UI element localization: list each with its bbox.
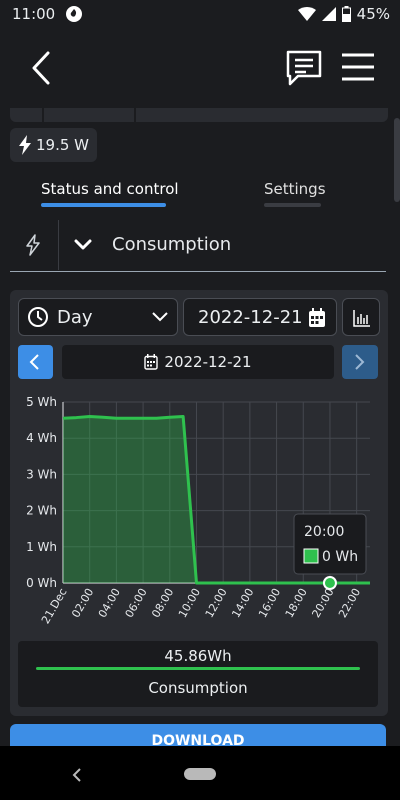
- total-consumption-value: 45.86Wh: [164, 647, 232, 665]
- x-tick-label: 02:00: [69, 586, 96, 620]
- lightning-outline-icon: [26, 234, 40, 256]
- current-date-display[interactable]: 2022-12-21: [62, 345, 334, 379]
- section-title: Consumption: [112, 234, 232, 255]
- y-tick-label: 4 Wh: [26, 431, 57, 445]
- nav-back-icon[interactable]: [70, 768, 84, 782]
- x-tick-label: 18:00: [283, 586, 310, 620]
- summary-label: Consumption: [148, 679, 248, 697]
- period-select[interactable]: Day: [18, 298, 178, 336]
- tab-settings[interactable]: Settings: [264, 180, 326, 198]
- clock-icon: [28, 307, 48, 327]
- previous-date-button[interactable]: [18, 345, 53, 379]
- tooltip-box: [293, 513, 367, 575]
- inactive-tab-indicator: [264, 203, 321, 207]
- consumption-chart[interactable]: 0 Wh 1 Wh 2 Wh 3 Wh 4 Wh 5 Wh 21.Dec 02:00 04:00…: [10, 392, 388, 642]
- app-bar: [0, 28, 400, 108]
- power-reading: 19.5 W: [36, 136, 89, 154]
- tab-bar: Status and control Settings: [0, 176, 400, 210]
- x-tick-label: 21.Dec: [39, 586, 70, 626]
- x-tick-label: 14:00: [229, 586, 256, 620]
- power-reading-chip: 19.5 W: [10, 128, 97, 162]
- consumption-section-header[interactable]: Consumption: [10, 220, 386, 272]
- x-tick-label: 04:00: [96, 586, 123, 620]
- calendar-small-icon: [144, 354, 159, 370]
- tooltip-marker: [322, 576, 337, 590]
- chevron-down-icon[interactable]: [74, 236, 92, 254]
- legend-line: [36, 667, 360, 670]
- tooltip-value: 0 Wh: [322, 549, 358, 565]
- chart-type-button[interactable]: [342, 298, 380, 336]
- calendar-icon[interactable]: [308, 308, 326, 328]
- y-tick-label: 3 Wh: [26, 467, 57, 481]
- x-tick-label: 10:00: [176, 586, 203, 620]
- nav-home-pill[interactable]: [184, 768, 216, 780]
- tooltip-time: 20:00: [304, 524, 344, 540]
- status-time: 11:00: [12, 5, 56, 23]
- y-tick-label: 1 Wh: [26, 540, 57, 554]
- period-value: Day: [57, 306, 93, 328]
- y-tick-label: 5 Wh: [26, 395, 57, 409]
- y-tick-label: 2 Wh: [26, 504, 57, 518]
- y-tick-label: 0 Wh: [26, 576, 57, 590]
- x-tick-label: 06:00: [123, 586, 150, 620]
- cellular-icon: [321, 7, 336, 21]
- date-input-value: 2022-12-21: [198, 306, 302, 328]
- wifi-icon: [297, 7, 316, 21]
- hamburger-menu-icon[interactable]: [340, 52, 376, 82]
- next-date-button[interactable]: [342, 345, 378, 379]
- x-tick-label: 22:00: [336, 586, 363, 620]
- x-tick-label: 16:00: [256, 586, 283, 620]
- active-tab-indicator: [41, 203, 166, 207]
- chat-icon[interactable]: [284, 48, 324, 88]
- current-date-text: 2022-12-21: [164, 353, 252, 371]
- x-tick-label: 08:00: [149, 586, 176, 620]
- back-arrow-icon[interactable]: [26, 50, 56, 86]
- system-nav-bar: [0, 746, 400, 800]
- app-notification-icon: [66, 6, 83, 22]
- lightning-icon: [19, 135, 31, 155]
- tooltip-swatch: [303, 548, 319, 564]
- tab-status-and-control[interactable]: Status and control: [41, 180, 179, 198]
- x-tick-label: 20:00: [309, 586, 336, 620]
- device-header-strip: [10, 108, 388, 122]
- chevron-left-icon: [29, 354, 39, 370]
- chevron-right-icon: [355, 354, 365, 370]
- battery-percent: 45%: [356, 5, 390, 23]
- date-input[interactable]: 2022-12-21: [183, 298, 337, 336]
- bar-chart-icon: [353, 310, 370, 327]
- summary-legend: 45.86Wh Consumption: [18, 641, 378, 707]
- status-bar: 11:00 45%: [0, 0, 400, 28]
- battery-icon: [341, 6, 351, 22]
- dropdown-arrow-icon: [152, 312, 168, 322]
- x-tick-label: 12:00: [203, 586, 230, 620]
